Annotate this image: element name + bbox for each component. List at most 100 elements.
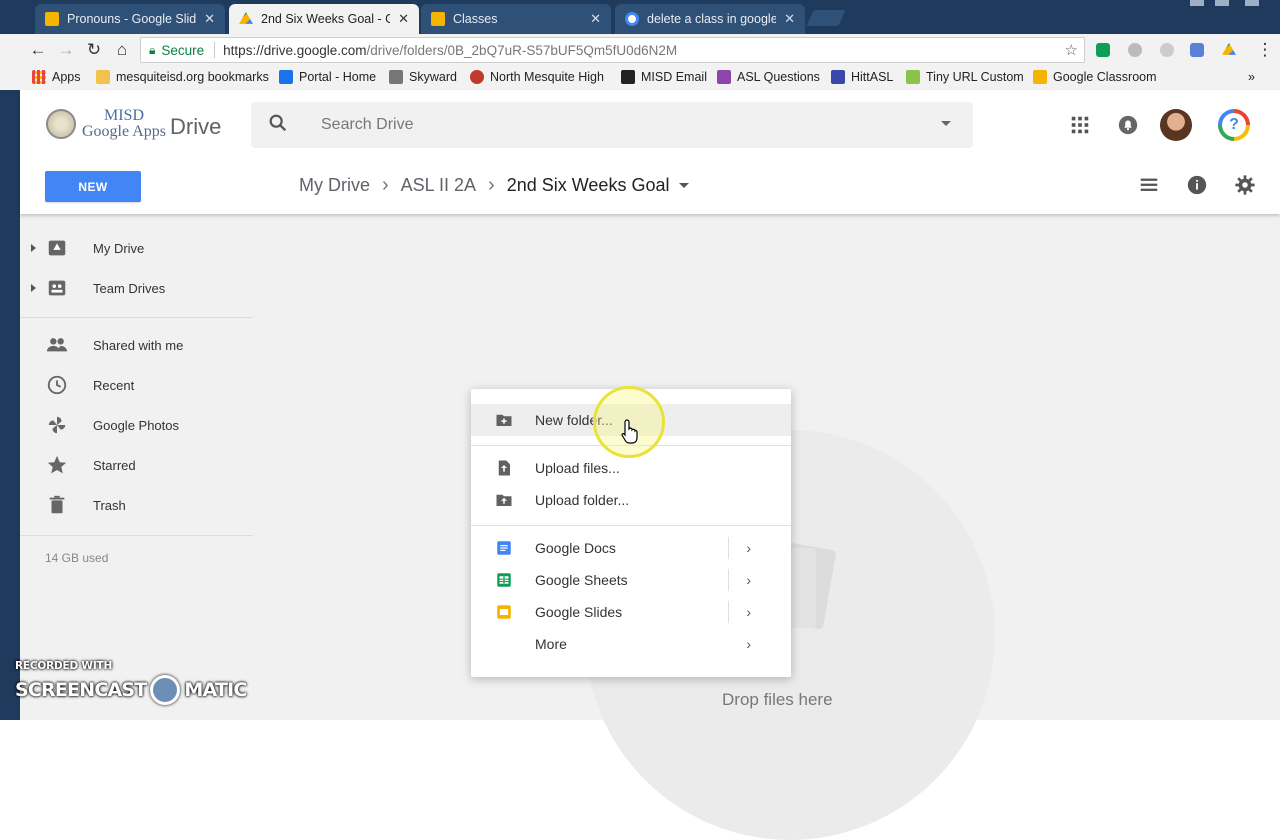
tinyurl-icon: [906, 70, 920, 84]
chrome-menu-icon[interactable]: ⋮: [1255, 40, 1275, 60]
bookmark-label: Portal - Home: [299, 70, 377, 84]
back-arrow-icon[interactable]: ←: [28, 40, 48, 60]
tab-close-icon[interactable]: ✕: [784, 11, 795, 27]
more-bookmarks-button[interactable]: »: [1248, 70, 1255, 84]
more-bookmarks-icon: »: [1248, 70, 1255, 84]
new-tab-button[interactable]: [806, 10, 846, 26]
bookmark-tiny-url[interactable]: Tiny URL Custom: [906, 70, 1024, 84]
list-view-icon[interactable]: [1138, 174, 1160, 196]
info-icon[interactable]: [1186, 174, 1208, 196]
my-drive-icon: [48, 240, 66, 256]
bookmark-mesquiteisd[interactable]: mesquiteisd.org bookmarks: [96, 70, 269, 84]
help-icon[interactable]: ?: [1218, 109, 1250, 141]
tab-close-icon[interactable]: ✕: [398, 11, 409, 27]
desktop-left-edge: [0, 90, 20, 720]
browser-tab-google-search[interactable]: delete a class in google c ✕: [615, 4, 805, 34]
school-icon: [470, 70, 484, 84]
bookmark-label: MISD Email: [641, 70, 707, 84]
drive-extension-icon[interactable]: [1222, 43, 1236, 55]
notifications-bell-icon[interactable]: [1117, 114, 1139, 136]
sidebar-item-google-photos[interactable]: Google Photos: [20, 405, 255, 445]
bookmark-star-icon[interactable]: ☆: [1065, 41, 1078, 59]
minimize-icon[interactable]: [1190, 0, 1204, 6]
menu-item-more[interactable]: More ›: [471, 628, 791, 660]
power-extension-icon[interactable]: [1160, 43, 1174, 57]
account-avatar[interactable]: [1160, 109, 1192, 141]
breadcrumb-asl-ii-2a[interactable]: ASL II 2A: [401, 175, 476, 196]
browser-tab-drive-active[interactable]: 2nd Six Weeks Goal - Go ✕: [229, 4, 419, 34]
settings-gear-icon[interactable]: [1234, 174, 1256, 196]
home-icon[interactable]: ⌂: [112, 40, 132, 60]
address-bar[interactable]: 🔒︎ Secure https://drive.google.com/drive…: [140, 37, 1085, 63]
bookmark-label: ASL Questions: [737, 70, 820, 84]
menu-item-google-docs[interactable]: Google Docs ›: [471, 532, 791, 564]
trash-icon: [49, 495, 65, 514]
menu-item-label: Google Docs: [535, 540, 616, 556]
folder-menu-dropdown-icon[interactable]: [679, 183, 690, 188]
product-name: Drive: [170, 114, 222, 139]
asl-icon: [717, 70, 731, 84]
menu-item-upload-folder[interactable]: Upload folder...: [471, 484, 791, 516]
apps-launcher-icon[interactable]: [1069, 114, 1091, 136]
tab-close-icon[interactable]: ✕: [590, 11, 601, 27]
sidebar-item-team-drives[interactable]: Team Drives: [20, 268, 255, 308]
submenu-chevron-icon[interactable]: ›: [746, 636, 751, 652]
expand-arrow-icon[interactable]: [31, 244, 36, 252]
new-button[interactable]: NEW: [45, 171, 141, 202]
storage-usage[interactable]: 14 GB used: [45, 551, 108, 565]
reload-icon[interactable]: ↻: [84, 40, 104, 60]
breadcrumb-current-folder[interactable]: 2nd Six Weeks Goal: [507, 175, 670, 196]
expand-arrow-icon[interactable]: [31, 284, 36, 292]
browser-tab-pronouns[interactable]: Pronouns - Google Slide ✕: [35, 4, 225, 34]
bookmark-label: North Mesquite High: [490, 70, 604, 84]
district-seal-icon: [46, 109, 76, 139]
search-options-dropdown-icon[interactable]: [941, 121, 951, 126]
sidebar-item-starred[interactable]: Starred: [20, 445, 255, 485]
misd-google-apps-logo[interactable]: MISD Google Apps: [46, 108, 166, 140]
breadcrumb-my-drive[interactable]: My Drive: [299, 175, 370, 196]
cast-extension-icon[interactable]: [1096, 43, 1110, 57]
search-box[interactable]: [251, 102, 973, 148]
url-path: /drive/folders/0B_2bQ7uR-S57bUF5Qm5fU0d6…: [366, 42, 678, 58]
sidebar-item-trash[interactable]: Trash: [20, 485, 255, 525]
sidebar-label: Trash: [93, 497, 126, 513]
breadcrumb: My Drive › ASL II 2A › 2nd Six Weeks Goa…: [299, 174, 690, 197]
logo-line-1: MISD: [103, 107, 144, 124]
maximize-icon[interactable]: [1215, 0, 1229, 6]
bookmark-portal[interactable]: Portal - Home: [279, 70, 376, 84]
lock-icon: 🔒︎: [149, 42, 156, 57]
megaphone-extension-icon[interactable]: [1190, 43, 1204, 57]
apps-grid-icon: [32, 70, 46, 84]
sheets-icon: [497, 573, 511, 587]
submenu-chevron-icon[interactable]: ›: [746, 572, 751, 588]
sidebar-item-my-drive[interactable]: My Drive: [20, 228, 255, 268]
bookmark-google-classroom[interactable]: Google Classroom: [1033, 70, 1157, 84]
bookmark-skyward[interactable]: Skyward: [389, 70, 457, 84]
submenu-divider: [728, 601, 729, 623]
tab-title: delete a class in google c: [647, 12, 777, 26]
browser-tab-classes[interactable]: Classes ✕: [421, 4, 611, 34]
submenu-chevron-icon[interactable]: ›: [746, 540, 751, 556]
bookmark-asl-questions[interactable]: ASL Questions: [717, 70, 820, 84]
tab-title: 2nd Six Weeks Goal - Go: [261, 12, 391, 26]
clock-extension-icon[interactable]: [1128, 43, 1142, 57]
bookmark-misd-email[interactable]: MISD Email: [621, 70, 707, 84]
portal-icon: [279, 70, 293, 84]
bookmark-north-mesquite[interactable]: North Mesquite High: [470, 70, 604, 84]
bookmark-apps[interactable]: Apps: [32, 70, 81, 84]
search-icon[interactable]: [267, 112, 289, 134]
sidebar-item-recent[interactable]: Recent: [20, 365, 255, 405]
bookmark-hittasl[interactable]: HittASL: [831, 70, 893, 84]
forward-arrow-icon[interactable]: →: [56, 40, 76, 60]
menu-item-google-slides[interactable]: Google Slides ›: [471, 596, 791, 628]
tab-close-icon[interactable]: ✕: [204, 11, 215, 27]
url-text: https://drive.google.com/drive/folders/0…: [223, 43, 677, 58]
menu-item-google-sheets[interactable]: Google Sheets ›: [471, 564, 791, 596]
browser-tab-strip: Pronouns - Google Slide ✕ 2nd Six Weeks …: [0, 0, 1280, 34]
submenu-chevron-icon[interactable]: ›: [746, 604, 751, 620]
window-close-icon[interactable]: [1245, 0, 1259, 6]
sidebar-label: Team Drives: [93, 280, 166, 296]
docs-icon: [497, 541, 511, 555]
search-input[interactable]: [321, 113, 921, 137]
sidebar-item-shared-with-me[interactable]: Shared with me: [20, 325, 255, 365]
